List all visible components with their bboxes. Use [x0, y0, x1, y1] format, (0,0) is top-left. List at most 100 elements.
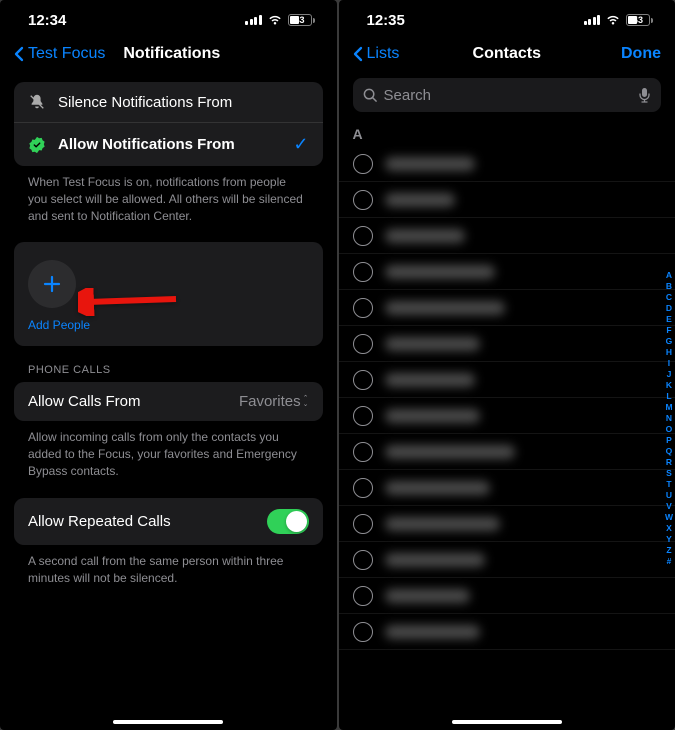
search-placeholder: Search — [384, 87, 633, 104]
status-time: 12:35 — [367, 12, 405, 29]
allow-calls-row[interactable]: Allow Calls From Favorites ⌃⌄ — [14, 382, 323, 421]
contact-row[interactable] — [339, 326, 675, 362]
back-label: Test Focus — [28, 45, 105, 63]
index-letter[interactable]: C — [665, 292, 673, 303]
contact-radio[interactable] — [353, 334, 373, 354]
done-button[interactable]: Done — [621, 45, 661, 63]
nav-title: Notifications — [123, 45, 220, 63]
repeated-label: Allow Repeated Calls — [28, 513, 255, 530]
index-letter[interactable]: Y — [665, 534, 673, 545]
index-letter[interactable]: O — [665, 424, 673, 435]
index-letter[interactable]: Z — [665, 545, 673, 556]
signal-icon — [584, 15, 601, 25]
contact-row[interactable] — [339, 542, 675, 578]
allow-repeated-row: Allow Repeated Calls — [14, 498, 323, 545]
contact-row[interactable] — [339, 218, 675, 254]
checkmark-icon: ✓ — [293, 134, 308, 155]
index-letter[interactable]: Q — [665, 446, 673, 457]
contact-radio[interactable] — [353, 154, 373, 174]
contact-radio[interactable] — [353, 442, 373, 462]
index-letter[interactable]: J — [665, 369, 673, 380]
index-letter[interactable]: S — [665, 468, 673, 479]
contact-radio[interactable] — [353, 586, 373, 606]
wifi-icon — [605, 14, 621, 26]
status-bar: 12:34 43 — [0, 0, 337, 34]
contact-row[interactable] — [339, 614, 675, 650]
battery-icon: 43 — [626, 14, 653, 26]
plus-icon — [40, 272, 64, 296]
contact-radio[interactable] — [353, 550, 373, 570]
annotation-arrow — [78, 288, 178, 321]
index-letter[interactable]: B — [665, 281, 673, 292]
search-input[interactable]: Search — [353, 78, 662, 112]
contact-name-redacted — [385, 265, 495, 279]
index-letter[interactable]: V — [665, 501, 673, 512]
index-letter[interactable]: W — [665, 512, 673, 523]
contact-row[interactable] — [339, 254, 675, 290]
contact-name-redacted — [385, 157, 475, 171]
back-button[interactable]: Test Focus — [14, 45, 105, 63]
contact-row[interactable] — [339, 146, 675, 182]
index-letter[interactable]: L — [665, 391, 673, 402]
contact-name-redacted — [385, 625, 480, 639]
signal-icon — [245, 15, 262, 25]
contact-name-redacted — [385, 481, 490, 495]
alpha-index[interactable]: ABCDEFGHIJKLMNOPQRSTUVWXYZ# — [665, 270, 673, 567]
index-letter[interactable]: N — [665, 413, 673, 424]
index-letter[interactable]: U — [665, 490, 673, 501]
check-badge-icon — [28, 136, 46, 154]
contact-row[interactable] — [339, 506, 675, 542]
contact-radio[interactable] — [353, 370, 373, 390]
index-letter[interactable]: D — [665, 303, 673, 314]
allow-row[interactable]: Allow Notifications From ✓ — [14, 123, 323, 166]
index-letter[interactable]: K — [665, 380, 673, 391]
contact-radio[interactable] — [353, 298, 373, 318]
index-letter[interactable]: X — [665, 523, 673, 534]
contact-row[interactable] — [339, 578, 675, 614]
index-letter[interactable]: I — [665, 358, 673, 369]
contact-row[interactable] — [339, 398, 675, 434]
contact-row[interactable] — [339, 290, 675, 326]
silence-row[interactable]: Silence Notifications From — [14, 82, 323, 123]
contact-radio[interactable] — [353, 190, 373, 210]
nav-bar: Test Focus Notifications — [0, 34, 337, 74]
index-letter[interactable]: P — [665, 435, 673, 446]
search-icon — [363, 88, 378, 103]
updown-icon: ⌃⌄ — [303, 396, 309, 408]
contact-name-redacted — [385, 517, 500, 531]
contact-radio[interactable] — [353, 514, 373, 534]
index-letter[interactable]: # — [665, 556, 673, 567]
contact-radio[interactable] — [353, 226, 373, 246]
home-indicator[interactable] — [113, 720, 223, 724]
allow-label: Allow Notifications From — [58, 136, 281, 153]
mic-icon[interactable] — [638, 87, 651, 103]
contact-name-redacted — [385, 301, 505, 315]
wifi-icon — [267, 14, 283, 26]
contact-name-redacted — [385, 337, 480, 351]
index-letter[interactable]: A — [665, 270, 673, 281]
phone-calls-header: PHONE CALLS — [14, 346, 323, 382]
index-letter[interactable]: G — [665, 336, 673, 347]
contact-name-redacted — [385, 553, 485, 567]
contact-radio[interactable] — [353, 478, 373, 498]
contacts-list — [339, 146, 675, 650]
add-people-button[interactable] — [28, 260, 76, 308]
index-letter[interactable]: E — [665, 314, 673, 325]
contact-row[interactable] — [339, 434, 675, 470]
index-letter[interactable]: T — [665, 479, 673, 490]
contact-row[interactable] — [339, 362, 675, 398]
contact-radio[interactable] — [353, 622, 373, 642]
repeated-group: Allow Repeated Calls — [14, 498, 323, 545]
index-letter[interactable]: R — [665, 457, 673, 468]
repeated-switch[interactable] — [267, 509, 309, 534]
contact-radio[interactable] — [353, 262, 373, 282]
index-letter[interactable]: M — [665, 402, 673, 413]
repeated-footer: A second call from the same person withi… — [14, 545, 323, 605]
contact-row[interactable] — [339, 182, 675, 218]
index-letter[interactable]: H — [665, 347, 673, 358]
contact-row[interactable] — [339, 470, 675, 506]
index-letter[interactable]: F — [665, 325, 673, 336]
contact-radio[interactable] — [353, 406, 373, 426]
battery-icon: 43 — [288, 14, 315, 26]
home-indicator[interactable] — [452, 720, 562, 724]
